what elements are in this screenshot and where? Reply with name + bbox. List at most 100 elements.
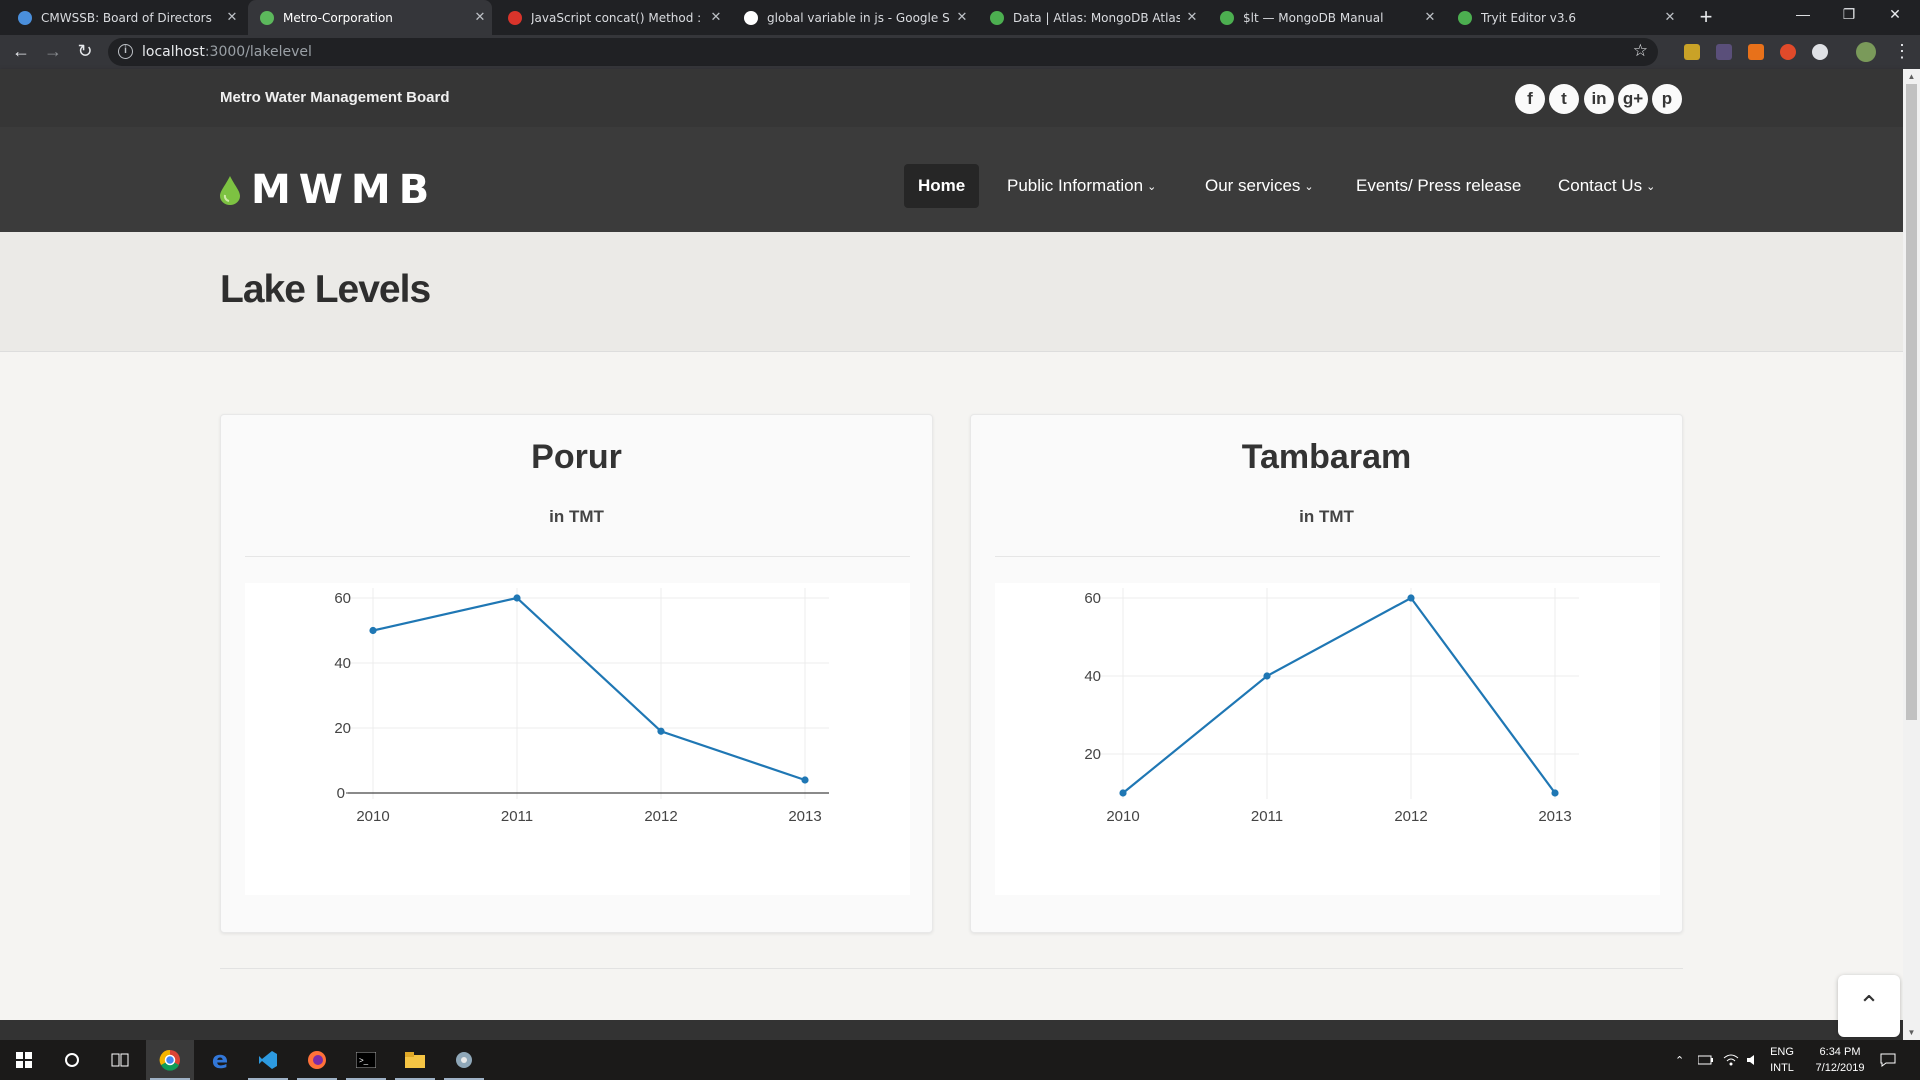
site-top-bar: Metro Water Management Board f t in g+ p — [0, 69, 1903, 127]
battery-icon[interactable] — [1698, 1040, 1714, 1080]
browser-tab-strip: + — ❐ ✕ CMWSSB: Board of Directors ✕ Metro… — [0, 0, 1920, 35]
site-logo[interactable]: MWMB — [219, 167, 437, 213]
new-tab-button[interactable]: + — [1692, 4, 1720, 32]
close-tab-icon[interactable]: ✕ — [1418, 10, 1442, 25]
browser-tab[interactable]: Tryit Editor v3.6 ✕ — [1446, 0, 1682, 35]
firefox-taskbar-icon[interactable] — [293, 1040, 341, 1080]
scrollbar-thumb[interactable] — [1906, 84, 1917, 720]
action-center-icon[interactable] — [1880, 1040, 1896, 1080]
extension-red-icon[interactable] — [1780, 44, 1796, 60]
nav-home[interactable]: Home — [904, 164, 980, 208]
back-icon[interactable]: ← — [8, 39, 34, 65]
guru99-icon — [508, 10, 522, 25]
data-point — [1551, 789, 1559, 797]
show-hidden-icons-icon[interactable]: ⌃ — [1675, 1040, 1684, 1080]
chart-plot-tambaram[interactable]: 20 40 60 2010 2011 2012 2013 — [995, 583, 1660, 895]
system-clock[interactable]: 6:34 PM 7/12/2019 — [1804, 1044, 1876, 1076]
data-point — [513, 594, 521, 602]
close-tab-icon[interactable]: ✕ — [1180, 10, 1204, 25]
pinterest-icon[interactable]: p — [1652, 84, 1682, 114]
address-bar[interactable]: i localhost:3000/lakelevel ☆ — [108, 38, 1658, 66]
x-tick-label: 2013 — [1538, 808, 1571, 825]
extension-folder-icon[interactable] — [1684, 44, 1700, 60]
browser-tab[interactable]: CMWSSB: Board of Directors ✕ — [6, 0, 244, 35]
app-taskbar-icon[interactable] — [440, 1040, 488, 1080]
extension-cast-icon[interactable] — [1716, 44, 1732, 60]
clock-time: 6:34 PM — [1819, 1046, 1861, 1058]
facebook-icon[interactable]: f — [1515, 84, 1545, 114]
edge-taskbar-icon[interactable]: e — [196, 1040, 244, 1080]
linkedin-icon[interactable]: in — [1584, 84, 1614, 114]
volume-icon[interactable] — [1746, 1040, 1760, 1080]
windows-start-icon[interactable] — [0, 1040, 48, 1080]
browser-tab[interactable]: Data | Atlas: MongoDB Atlas ✕ — [978, 0, 1204, 35]
close-tab-icon[interactable]: ✕ — [1658, 10, 1682, 25]
twitter-icon[interactable]: t — [1549, 84, 1579, 114]
tab-title: CMWSSB: Board of Directors — [41, 10, 212, 25]
close-tab-icon[interactable]: ✕ — [950, 10, 974, 25]
tab-title: Metro-Corporation — [283, 10, 393, 25]
scroll-to-top-button[interactable]: ⌃ — [1838, 975, 1900, 1037]
close-tab-icon[interactable]: ✕ — [704, 10, 728, 25]
data-point — [1119, 789, 1127, 797]
y-tick-label: 20 — [334, 720, 351, 737]
language-indicator[interactable]: ENG INTL — [1762, 1044, 1802, 1076]
y-tick-label: 60 — [334, 590, 351, 607]
url-text[interactable]: localhost:3000/lakelevel — [142, 44, 312, 60]
terminal-taskbar-icon[interactable]: >_ — [342, 1040, 390, 1080]
wifi-icon[interactable] — [1723, 1040, 1739, 1080]
browser-tab[interactable]: Metro-Corporation ✕ — [248, 0, 492, 35]
chrome-taskbar-icon[interactable] — [146, 1040, 194, 1080]
nav-contact-us-label: Contact Us — [1558, 176, 1643, 195]
googleplus-icon[interactable]: g+ — [1618, 84, 1648, 114]
vscode-taskbar-icon[interactable] — [244, 1040, 292, 1080]
bookmark-star-icon[interactable]: ☆ — [1633, 41, 1648, 61]
scroll-up-arrow-icon[interactable]: ▲ — [1903, 69, 1920, 84]
reload-icon[interactable]: ↻ — [72, 39, 98, 65]
url-path: :3000/lakelevel — [204, 44, 312, 60]
data-point — [657, 727, 665, 735]
nav-public-information-label: Public Information — [1007, 176, 1144, 195]
nav-public-information[interactable]: Public Information ⌄ — [993, 164, 1170, 208]
tab-title: JavaScript concat() Method : Arra — [531, 10, 704, 25]
cortana-search-icon[interactable] — [48, 1040, 96, 1080]
task-view-icon[interactable] — [96, 1040, 144, 1080]
browser-menu-icon[interactable]: ⋮ — [1893, 41, 1911, 62]
profile-avatar[interactable] — [1856, 42, 1876, 62]
browser-tab[interactable]: $lt — MongoDB Manual ✕ — [1208, 0, 1442, 35]
line-chart[interactable]: 0 20 40 60 2010 2011 2012 2013 — [245, 583, 910, 895]
forward-icon[interactable]: → — [40, 39, 66, 65]
restore-icon[interactable]: ❐ — [1826, 0, 1872, 30]
extension-fire-icon[interactable] — [1748, 44, 1764, 60]
x-tick-label: 2011 — [1251, 808, 1283, 825]
browser-tab[interactable]: JavaScript concat() Method : Arra✕ — [496, 0, 728, 35]
page-title-band: Lake Levels — [0, 232, 1903, 352]
nav-our-services-label: Our services — [1205, 176, 1301, 195]
close-window-icon[interactable]: ✕ — [1872, 0, 1918, 30]
line-chart[interactable]: 20 40 60 2010 2011 2012 2013 — [995, 583, 1660, 895]
extension-gear-icon[interactable] — [1812, 44, 1828, 60]
nav-contact-us[interactable]: Contact Us ⌄ — [1544, 164, 1669, 208]
data-point — [801, 776, 809, 784]
close-tab-icon[interactable]: ✕ — [220, 10, 244, 25]
clock-date: 7/12/2019 — [1815, 1062, 1865, 1074]
logo-text: MWMB — [251, 167, 438, 213]
series-line — [1122, 596, 1556, 794]
divider — [245, 556, 910, 557]
minimize-icon[interactable]: — — [1780, 0, 1826, 30]
data-point — [1407, 594, 1415, 602]
file-explorer-taskbar-icon[interactable] — [391, 1040, 439, 1080]
page-scrollbar[interactable]: ▲ ▼ — [1903, 69, 1920, 1040]
browser-tab[interactable]: global variable in js - Google Sea ✕ — [732, 0, 974, 35]
scroll-down-arrow-icon[interactable]: ▼ — [1903, 1025, 1920, 1040]
site-info-icon[interactable]: i — [118, 44, 133, 59]
chart-title: Tambaram — [1241, 438, 1412, 476]
site-main-nav: MWMB Home Public Information ⌄ Our servic… — [0, 127, 1903, 232]
nav-events[interactable]: Events/ Press release — [1342, 164, 1535, 208]
close-tab-icon[interactable]: ✕ — [468, 10, 492, 25]
page-title: Lake Levels — [220, 268, 431, 311]
google-icon — [744, 10, 758, 25]
chart-plot-porur[interactable]: 0 20 40 60 2010 2011 2012 2013 — [245, 583, 910, 895]
tab-title: $lt — MongoDB Manual — [1243, 10, 1384, 25]
nav-our-services[interactable]: Our services ⌄ — [1191, 164, 1328, 208]
